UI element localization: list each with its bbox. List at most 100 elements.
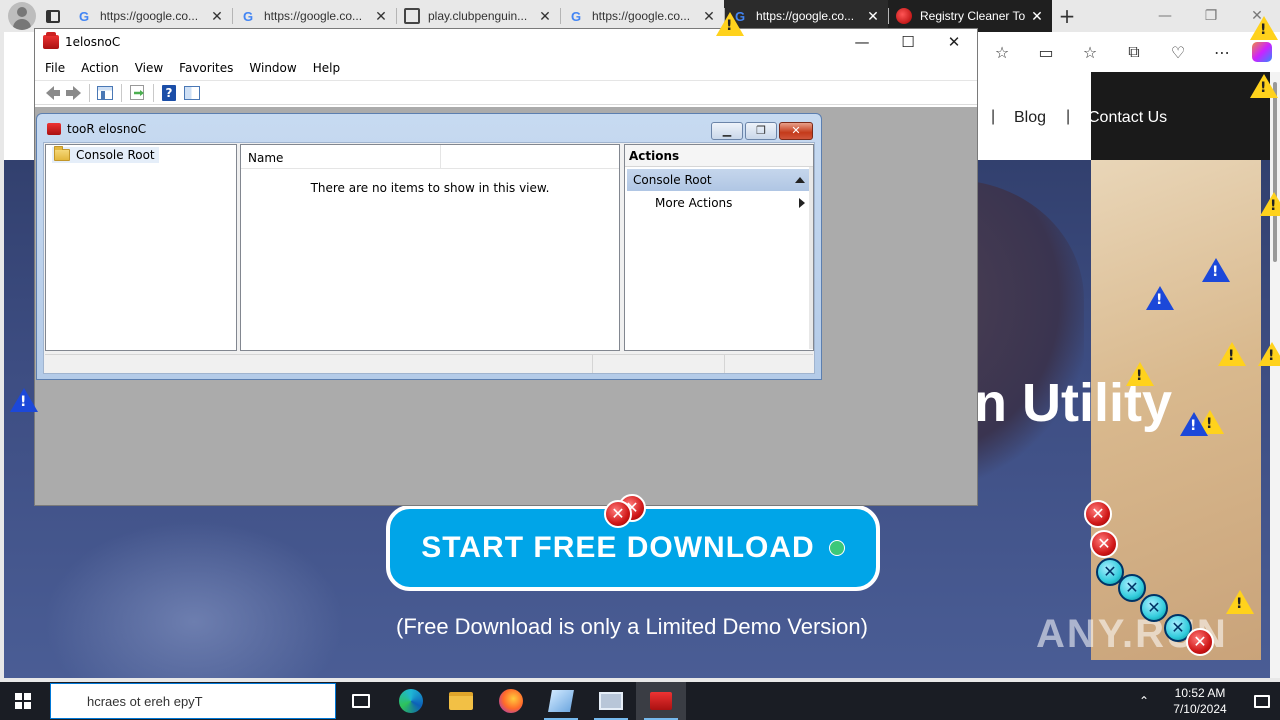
warning-icon[interactable] [1258, 342, 1280, 366]
show-tree-icon [97, 85, 113, 100]
error-icon[interactable]: ✕ [1084, 500, 1112, 528]
info-icon[interactable] [10, 388, 38, 412]
maximize-button[interactable]: ☐ [885, 33, 931, 51]
performance-icon[interactable]: ♡ [1156, 43, 1200, 62]
warning-icon[interactable] [1226, 590, 1254, 614]
help-button[interactable]: ? [158, 83, 180, 103]
menu-favorites[interactable]: Favorites [179, 61, 233, 75]
info-icon[interactable] [1180, 412, 1208, 436]
tab-title: https://google.co... [756, 9, 855, 23]
show-action-pane-button[interactable] [181, 83, 203, 103]
toolbar-separator [153, 83, 154, 102]
mmc-app-icon [43, 32, 59, 49]
error-icon[interactable]: ✕ [1186, 628, 1214, 656]
error-icon[interactable]: ✕ [604, 500, 632, 528]
show-hidden-icons-icon[interactable]: ⌃ [1132, 694, 1156, 708]
more-menu-icon[interactable]: ⋯ [1200, 43, 1244, 62]
new-tab-button[interactable]: + [1052, 4, 1082, 28]
child-minimize-button[interactable]: ▁ [711, 122, 743, 140]
taskbar-mmc[interactable] [636, 682, 686, 720]
nav-link-contact[interactable]: Contact Us [1088, 109, 1167, 127]
back-button[interactable] [39, 83, 61, 103]
cyan-error-icon[interactable]: ✕ [1140, 594, 1168, 622]
menu-action[interactable]: Action [81, 61, 119, 75]
tab-actions-icon[interactable] [38, 2, 68, 30]
menu-view[interactable]: View [135, 61, 163, 75]
close-tab-icon[interactable]: ✕ [1030, 8, 1044, 25]
taskbar-firefox[interactable] [486, 682, 536, 720]
status-segment [593, 355, 725, 373]
action-label: More Actions [655, 196, 733, 210]
menu-help[interactable]: Help [313, 61, 340, 75]
close-tab-icon[interactable]: ✕ [374, 8, 388, 25]
split-screen-icon[interactable]: ▭ [1024, 43, 1068, 62]
task-view-button[interactable] [336, 682, 386, 720]
copilot-icon[interactable] [1252, 42, 1272, 62]
menu-window[interactable]: Window [249, 61, 296, 75]
back-arrow-icon [46, 85, 60, 100]
warning-icon[interactable] [1218, 342, 1246, 366]
warning-icon[interactable] [716, 12, 744, 36]
taskbar-notes[interactable] [536, 682, 586, 720]
taskbar-display[interactable] [586, 682, 636, 720]
tree-item-console-root[interactable]: Console Root [52, 146, 159, 163]
minimize-button[interactable]: — [1142, 8, 1188, 24]
submenu-arrow-icon [799, 198, 805, 208]
actions-pane-title: Actions [625, 145, 813, 167]
list-header: Name [241, 145, 619, 169]
column-header-name[interactable]: Name [241, 145, 441, 168]
scrollbar-thumb[interactable] [1273, 82, 1277, 262]
child-title-bar[interactable]: tooR elosnoC [37, 114, 821, 144]
nav-separator: | [1066, 108, 1071, 125]
tab-title: https://google.co... [592, 9, 691, 23]
close-tab-icon[interactable]: ✕ [210, 8, 224, 25]
child-window-title: tooR elosnoC [67, 122, 147, 136]
show-tree-button[interactable] [94, 83, 116, 103]
collapse-up-icon[interactable] [795, 177, 805, 183]
task-view-icon [352, 694, 370, 708]
info-icon[interactable] [1146, 286, 1174, 310]
actions-scrollbar[interactable] [809, 167, 813, 349]
empty-list-message: There are no items to show in this view. [310, 181, 550, 195]
taskbar-clock[interactable]: 10:52 AM 7/10/2024 [1156, 685, 1244, 717]
page-scrollbar[interactable] [1270, 72, 1280, 678]
warning-icon[interactable] [1250, 16, 1278, 40]
child-close-button[interactable]: ✕ [779, 122, 813, 140]
cyan-error-icon[interactable]: ✕ [1118, 574, 1146, 602]
nav-link-blog[interactable]: Blog [1014, 109, 1046, 127]
favorite-star-icon[interactable]: ☆ [980, 43, 1024, 62]
info-icon[interactable] [1202, 258, 1230, 282]
close-tab-icon[interactable]: ✕ [538, 8, 552, 25]
favorites-icon[interactable]: ☆ [1068, 43, 1112, 62]
forward-button[interactable] [62, 83, 84, 103]
action-more-actions[interactable]: More Actions [625, 191, 813, 215]
mmc-menu-bar: File Action View Favorites Window Help [35, 55, 977, 81]
page-icon [404, 8, 420, 24]
collections-icon[interactable]: ⧉ [1112, 42, 1156, 62]
child-restore-button[interactable]: ❐ [745, 122, 777, 140]
export-list-button[interactable] [126, 83, 148, 103]
export-list-icon [130, 85, 144, 100]
warning-icon[interactable] [1250, 74, 1278, 98]
actions-section-label: Console Root [633, 173, 712, 187]
close-tab-icon[interactable]: ✕ [866, 8, 880, 25]
warning-icon[interactable] [1260, 192, 1280, 216]
notification-center-button[interactable] [1244, 682, 1280, 720]
taskbar-search-box[interactable]: hcraes ot ereh epyT [50, 683, 336, 719]
warning-icon[interactable] [1126, 362, 1154, 386]
taskbar-file-explorer[interactable] [436, 682, 486, 720]
minimize-button[interactable]: — [839, 33, 885, 51]
close-tab-icon[interactable]: ✕ [702, 8, 716, 25]
taskbar-edge[interactable] [386, 682, 436, 720]
actions-section-console-root[interactable]: Console Root [627, 169, 811, 191]
error-icon[interactable]: ✕ [1090, 530, 1118, 558]
mmc-title-bar[interactable]: 1elosnoC — ☐ ✕ [35, 29, 977, 55]
firefox-icon [499, 689, 523, 713]
tab-title: https://google.co... [100, 9, 199, 23]
close-button[interactable]: ✕ [931, 33, 977, 51]
menu-file[interactable]: File [45, 61, 65, 75]
mmc-window-controls: — ☐ ✕ [839, 33, 977, 51]
profile-avatar-icon[interactable] [8, 2, 36, 30]
start-button[interactable] [0, 682, 46, 720]
maximize-button[interactable]: ❐ [1188, 8, 1234, 24]
